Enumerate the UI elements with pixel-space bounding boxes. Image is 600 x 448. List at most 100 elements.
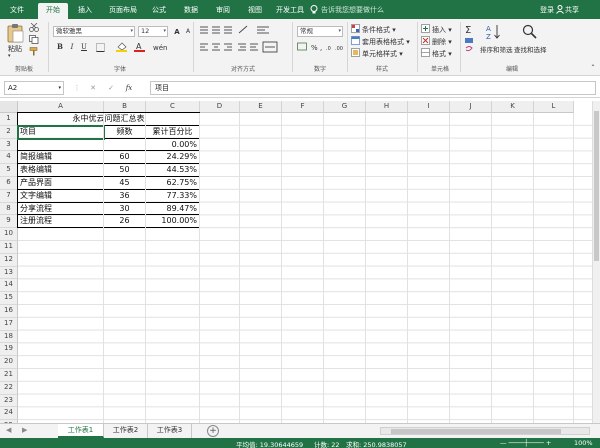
table-cell-pct[interactable]: 89.47% xyxy=(146,202,200,216)
column-header-I[interactable]: I xyxy=(408,101,450,113)
column-header-K[interactable]: K xyxy=(492,101,534,113)
column-header-F[interactable]: F xyxy=(282,101,324,113)
formula-input[interactable]: 项目 xyxy=(150,81,596,95)
grow-font-button[interactable]: A xyxy=(172,27,182,37)
format-painter-icon[interactable] xyxy=(29,47,39,56)
delete-cells-button[interactable]: 删除 ▾ xyxy=(432,37,452,47)
select-all-corner[interactable] xyxy=(0,101,18,113)
row-header-14[interactable]: 14 xyxy=(0,279,18,293)
column-header-L[interactable]: L xyxy=(534,101,574,113)
sheet-tab-2[interactable]: 工作表2 xyxy=(104,424,148,438)
zoom-slider[interactable]: — ────┼──── + xyxy=(500,439,551,447)
table-cell-count[interactable]: 45 xyxy=(104,177,146,190)
sheet-tab-3[interactable]: 工作表3 xyxy=(148,424,192,438)
font-name-combo[interactable]: 微软雅黑 ▾ xyxy=(53,26,135,37)
row-header-24[interactable]: 24 xyxy=(0,407,18,421)
name-box[interactable]: A2 ▾ xyxy=(4,81,64,95)
header-cell-item[interactable]: 项目 xyxy=(17,125,104,139)
tab-page-layout[interactable]: 页面布局 xyxy=(104,3,142,19)
cut-icon[interactable] xyxy=(29,23,39,32)
borders-icon[interactable] xyxy=(96,43,108,52)
row-header-18[interactable]: 18 xyxy=(0,330,18,344)
insert-function-icon[interactable]: fx xyxy=(124,83,134,93)
header-cell-count[interactable]: 频数 xyxy=(104,125,146,139)
delete-cells-icon[interactable] xyxy=(421,36,430,45)
column-header-G[interactable]: G xyxy=(324,101,366,113)
row-header-15[interactable]: 15 xyxy=(0,292,18,305)
table-cell-pct[interactable]: 44.53% xyxy=(146,164,200,177)
table-style-button[interactable]: 套用表格格式 ▾ xyxy=(362,37,410,47)
tab-data[interactable]: 数据 xyxy=(178,3,204,19)
tab-developer[interactable]: 开发工具 xyxy=(272,3,308,19)
worksheet-grid[interactable]: ABCDEFGHIJKL 1 2 3 4 5 6 7 8 9 10 11 12 13 14 15 16 17 18… xyxy=(0,101,592,423)
table-cell-pct[interactable]: 100.00% xyxy=(146,215,200,229)
header-cell-pct[interactable]: 累计百分比 xyxy=(146,125,200,139)
tab-file[interactable]: 文件 xyxy=(4,3,30,19)
table-cell-item[interactable]: 分享流程 xyxy=(17,202,104,216)
insert-cells-icon[interactable] xyxy=(421,24,430,33)
cell-style-button[interactable]: 单元格样式 ▾ xyxy=(362,49,403,59)
cell-style-icon[interactable] xyxy=(351,48,360,57)
row-header-3[interactable]: 3 xyxy=(0,138,18,152)
horizontal-scroll-thumb[interactable] xyxy=(391,429,561,434)
login-link[interactable]: 登录 xyxy=(540,5,554,15)
table-cell-count[interactable]: 50 xyxy=(104,164,146,177)
autosum-icons[interactable]: Σ xyxy=(464,24,476,56)
row-header-23[interactable]: 23 xyxy=(0,394,18,408)
table-style-icon[interactable] xyxy=(351,36,360,45)
table-cell-item[interactable]: 简报编辑 xyxy=(17,151,104,165)
row-header-5[interactable]: 5 xyxy=(0,164,18,177)
table-cell-count[interactable]: 30 xyxy=(104,202,146,216)
row-header-19[interactable]: 19 xyxy=(0,343,18,357)
row-header-20[interactable]: 20 xyxy=(0,356,18,369)
row-header-21[interactable]: 21 xyxy=(0,369,18,382)
number-format-icons[interactable]: % , .0 .00 xyxy=(297,42,345,52)
row-header-22[interactable]: 22 xyxy=(0,381,18,395)
table-cell-pct[interactable]: 0.00% xyxy=(146,138,200,152)
sort-filter-button[interactable]: 排序和筛选 xyxy=(480,44,513,54)
find-select-button[interactable]: 查找和选择 xyxy=(514,44,547,54)
paste-icon[interactable] xyxy=(6,23,24,43)
collapse-ribbon-icon[interactable]: ⌃ xyxy=(588,63,598,73)
table-cell-pct[interactable]: 77.33% xyxy=(146,189,200,203)
table-cell[interactable] xyxy=(17,138,104,152)
table-cell-item[interactable]: 产品界面 xyxy=(17,177,104,190)
table-cell-pct[interactable]: 24.29% xyxy=(146,151,200,165)
conditional-format-button[interactable]: 条件格式 ▾ xyxy=(362,25,396,35)
column-header-H[interactable]: H xyxy=(366,101,408,113)
row-header-6[interactable]: 6 xyxy=(0,177,18,190)
share-button[interactable]: 共享 xyxy=(565,5,579,15)
tab-formulas[interactable]: 公式 xyxy=(146,3,172,19)
conditional-format-icon[interactable] xyxy=(351,24,360,33)
vertical-scroll-thumb[interactable] xyxy=(594,111,599,261)
table-title-cell[interactable]: 永中优云问题汇总表 xyxy=(17,112,200,126)
shrink-font-button[interactable]: A xyxy=(183,27,193,37)
add-sheet-button[interactable]: + xyxy=(207,425,219,437)
row-header-10[interactable]: 10 xyxy=(0,228,18,241)
row-header-13[interactable]: 13 xyxy=(0,266,18,280)
table-cell-count[interactable]: 36 xyxy=(104,189,146,203)
row-header-8[interactable]: 8 xyxy=(0,202,18,216)
phonetic-icon[interactable]: wén xyxy=(153,42,167,52)
format-cells-icon[interactable] xyxy=(421,48,430,57)
column-header-J[interactable]: J xyxy=(450,101,492,113)
insert-cells-button[interactable]: 插入 ▾ xyxy=(432,25,452,35)
next-sheet-icon[interactable]: ▶ xyxy=(22,426,27,434)
copy-icon[interactable] xyxy=(29,35,39,44)
table-cell-item[interactable]: 注册流程 xyxy=(17,215,104,229)
tab-review[interactable]: 审阅 xyxy=(210,3,236,19)
prev-sheet-icon[interactable]: ◀ xyxy=(6,426,11,434)
format-cells-button[interactable]: 格式 ▾ xyxy=(432,49,452,59)
table-cell-item[interactable]: 表格编辑 xyxy=(17,164,104,177)
sheet-tab-1[interactable]: 工作表1 xyxy=(58,424,104,438)
column-header-E[interactable]: E xyxy=(240,101,282,113)
table-cell-pct[interactable]: 62.75% xyxy=(146,177,200,190)
row-header-2[interactable]: 2 xyxy=(0,125,18,139)
fill-color-icon[interactable] xyxy=(116,42,128,52)
table-cell-count[interactable]: 60 xyxy=(104,151,146,165)
tell-me-search[interactable]: 告诉我您想要做什么 xyxy=(321,5,384,15)
row-header-17[interactable]: 17 xyxy=(0,317,18,331)
tab-home[interactable]: 开始 xyxy=(38,3,68,19)
row-header-9[interactable]: 9 xyxy=(0,215,18,229)
vertical-scrollbar[interactable] xyxy=(592,101,600,423)
